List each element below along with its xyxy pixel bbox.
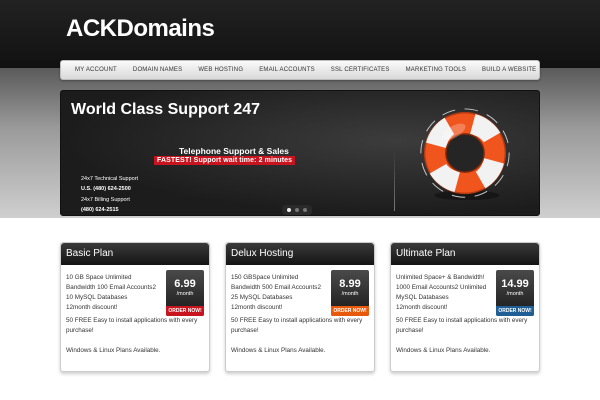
plan-card-delux: Delux Hosting 150 GBSpace Unlimited Band… bbox=[225, 242, 375, 372]
contact-line: 24x7 Technical Support bbox=[81, 176, 139, 182]
slide-title: World Class Support 247 bbox=[71, 101, 261, 118]
plan-title: Delux Hosting bbox=[226, 243, 374, 265]
price-period: /month bbox=[506, 291, 524, 297]
nav-web-hosting[interactable]: WEB HOSTING bbox=[190, 61, 251, 79]
plan-platforms: Windows & Linux Plans Available. bbox=[66, 347, 161, 354]
fastest-banner: FASTEST! Support wait time: 2 minutes bbox=[154, 156, 296, 165]
divider bbox=[394, 151, 395, 211]
price-box: 8.99 /month ORDER NOW! bbox=[331, 270, 369, 316]
nav-build-a-website[interactable]: BUILD A WEBSITE bbox=[474, 61, 544, 79]
plan-platforms: Windows & Linux Plans Available. bbox=[231, 347, 326, 354]
contact-line: U.S. (480) 624-2500 bbox=[81, 186, 131, 192]
plan-description: 50 FREE Easy to install applications wit… bbox=[66, 317, 198, 334]
hero-slider[interactable]: World Class Support 247 Telephone Suppor… bbox=[60, 90, 540, 216]
order-now-button[interactable]: ORDER NOW! bbox=[166, 306, 204, 316]
plan-card-ultimate: Ultimate Plan Unlimited Space+ & Bandwid… bbox=[390, 242, 540, 372]
nav-marketing-tools[interactable]: MARKETING TOOLS bbox=[398, 61, 474, 79]
site-header: ACKDomains bbox=[0, 0, 600, 68]
price-amount: 8.99 bbox=[339, 278, 361, 290]
price-box: 14.99 /month ORDER NOW! bbox=[496, 270, 534, 316]
slider-dot[interactable] bbox=[287, 208, 291, 212]
nav-domain-names[interactable]: DOMAIN NAMES bbox=[125, 61, 190, 79]
slider-pagination bbox=[282, 205, 312, 215]
price-amount: 6.99 bbox=[174, 278, 196, 290]
plan-description: 50 FREE Easy to install applications wit… bbox=[396, 317, 528, 334]
contact-line: (480) 624-2515 bbox=[81, 207, 119, 213]
contact-line: 24x7 Billing Support bbox=[81, 197, 130, 203]
order-now-button[interactable]: ORDER NOW! bbox=[496, 306, 534, 316]
plan-platforms: Windows & Linux Plans Available. bbox=[396, 347, 491, 354]
price-amount: 14.99 bbox=[501, 278, 529, 290]
price-period: /month bbox=[341, 291, 359, 297]
slider-dot[interactable] bbox=[295, 208, 299, 212]
site-logo[interactable]: ACKDomains bbox=[66, 15, 215, 43]
price-period: /month bbox=[176, 291, 194, 297]
plan-description: 50 FREE Easy to install applications wit… bbox=[231, 317, 363, 334]
lifebuoy-icon bbox=[420, 108, 510, 201]
nav-ssl-certificates[interactable]: SSL CERTIFICATES bbox=[323, 61, 398, 79]
slider-dot[interactable] bbox=[303, 208, 307, 212]
plan-card-basic: Basic Plan 10 GB Space Unlimited Bandwid… bbox=[60, 242, 210, 372]
main-nav: MY ACCOUNT DOMAIN NAMES WEB HOSTING EMAI… bbox=[60, 60, 540, 80]
plan-title: Ultimate Plan bbox=[391, 243, 539, 265]
support-title: Telephone Support & Sales bbox=[179, 146, 289, 156]
order-now-button[interactable]: ORDER NOW! bbox=[331, 306, 369, 316]
nav-my-account[interactable]: MY ACCOUNT bbox=[61, 61, 125, 79]
nav-email-accounts[interactable]: EMAIL ACCOUNTS bbox=[251, 61, 323, 79]
plan-title: Basic Plan bbox=[61, 243, 209, 265]
price-box: 6.99 /month ORDER NOW! bbox=[166, 270, 204, 316]
